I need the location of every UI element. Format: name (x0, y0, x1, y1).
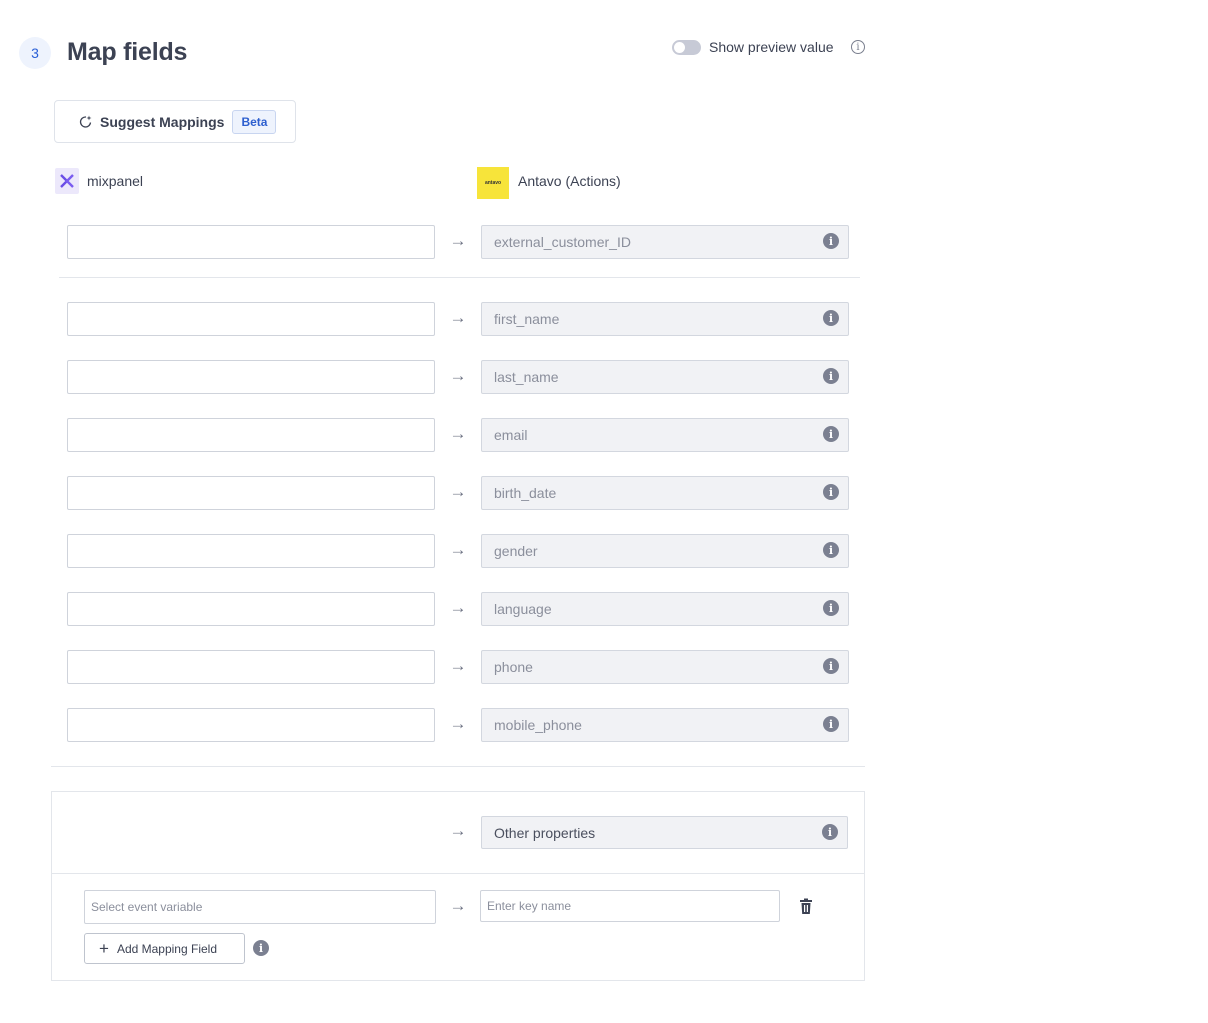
destination-field: language (481, 592, 849, 626)
suggest-mappings-label: Suggest Mappings (100, 113, 225, 130)
source-field-input[interactable] (67, 476, 435, 510)
arrow-right-icon: → (449, 231, 467, 250)
source-name: mixpanel (87, 173, 144, 189)
trash-icon[interactable] (798, 898, 814, 915)
source-field-input[interactable] (67, 302, 435, 336)
arrow-right-icon: → (449, 656, 467, 675)
destination-field-label: language (494, 601, 552, 617)
destination-field: birth_date (481, 476, 849, 510)
destination-field-label: phone (494, 659, 533, 675)
destination-field: first_name (481, 302, 849, 336)
suggest-mappings-button[interactable]: Suggest Mappings Beta (54, 100, 296, 143)
add-mapping-info-icon[interactable]: i (253, 940, 269, 956)
preview-info-icon[interactable]: i (851, 40, 865, 54)
destination-field-label: gender (494, 543, 538, 559)
field-info-icon[interactable]: i (823, 542, 839, 558)
destination-field: phone (481, 650, 849, 684)
field-info-icon[interactable]: i (823, 716, 839, 732)
field-info-icon[interactable]: i (823, 233, 839, 249)
field-info-icon[interactable]: i (823, 600, 839, 616)
source-field-input[interactable] (67, 225, 435, 259)
arrow-right-icon: → (449, 714, 467, 733)
destination-field: mobile_phone (481, 708, 849, 742)
panel-divider (52, 873, 864, 874)
source-field-input[interactable] (67, 360, 435, 394)
field-info-icon[interactable]: i (823, 310, 839, 326)
mixpanel-logo-icon (55, 168, 79, 194)
show-preview-label: Show preview value (709, 39, 834, 55)
field-info-icon[interactable]: i (823, 658, 839, 674)
plus-icon: + (99, 939, 109, 958)
add-mapping-field-label: Add Mapping Field (116, 941, 217, 956)
key-name-placeholder: Enter key name (487, 899, 572, 913)
show-preview-toggle[interactable] (672, 40, 701, 55)
key-name-input[interactable]: Enter key name (480, 890, 780, 922)
event-variable-placeholder: Select event variable (91, 900, 203, 914)
arrow-right-icon: → (449, 308, 467, 327)
event-variable-select[interactable]: Select event variable (84, 890, 436, 924)
other-properties-label: Other properties (494, 824, 596, 841)
sparkle-refresh-icon (79, 115, 92, 128)
destination-field-label: mobile_phone (494, 717, 582, 733)
beta-badge: Beta (232, 109, 277, 134)
toggle-knob (674, 42, 685, 53)
arrow-right-icon: → (449, 540, 467, 559)
field-info-icon[interactable]: i (823, 426, 839, 442)
page-title: Map fields (67, 38, 188, 66)
field-info-icon[interactable]: i (823, 368, 839, 384)
destination-field-label: birth_date (494, 485, 557, 501)
destination-field-label: external_customer_ID (494, 234, 631, 250)
add-mapping-field-button[interactable]: + Add Mapping Field (84, 933, 245, 964)
other-properties-info-icon[interactable]: i (822, 824, 838, 840)
source-field-input[interactable] (67, 418, 435, 452)
antavo-logo: antavo (477, 167, 509, 199)
step-number-badge: 3 (19, 37, 51, 69)
destination-field-label: email (494, 427, 528, 443)
destination-field: gender (481, 534, 849, 568)
arrow-right-icon: → (449, 598, 467, 617)
destination-field: last_name (481, 360, 849, 394)
destination-field: external_customer_ID (481, 225, 849, 259)
destination-field-label: last_name (494, 369, 559, 385)
arrow-right-icon: → (449, 424, 467, 443)
divider-other (51, 766, 865, 767)
arrow-right-icon: → (449, 896, 467, 915)
field-info-icon[interactable]: i (823, 484, 839, 500)
arrow-right-icon: → (449, 482, 467, 501)
destination-name: Antavo (Actions) (518, 173, 621, 189)
source-field-input[interactable] (67, 650, 435, 684)
arrow-right-icon: → (449, 821, 467, 840)
antavo-logo-text: antavo (484, 180, 502, 186)
destination-field-label: first_name (494, 311, 560, 327)
divider-primary (59, 277, 860, 278)
arrow-right-icon: → (449, 366, 467, 385)
source-field-input[interactable] (67, 708, 435, 742)
source-field-input[interactable] (67, 592, 435, 626)
source-field-input[interactable] (67, 534, 435, 568)
other-properties-field: Other properties (481, 816, 848, 849)
destination-field: email (481, 418, 849, 452)
